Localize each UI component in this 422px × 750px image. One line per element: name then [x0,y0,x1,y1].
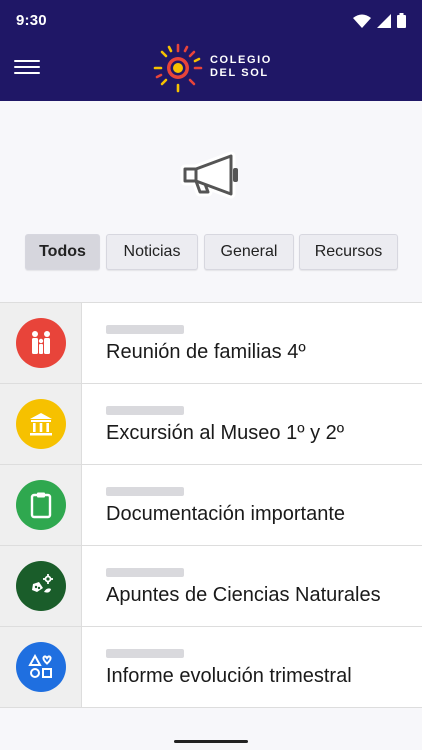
item-icon-circle [16,561,66,611]
category-tabs: Todos Noticias General Recursos [0,234,422,270]
hamburger-menu-icon[interactable] [14,56,40,78]
item-icon-panel [0,627,82,707]
battery-icon [397,13,406,28]
app-bar: 9:30 COLEGIO DEL SOL [0,0,422,101]
brand-name-line1: COLEGIO [210,54,272,66]
list-item[interactable]: Excursión al Museo 1º y 2º [0,384,422,465]
shapes-icon [28,654,52,678]
signal-icon [377,13,391,28]
tab-recursos[interactable]: Recursos [299,234,398,270]
tab-todos[interactable]: Todos [25,234,100,270]
item-icon-circle [16,399,66,449]
list-item[interactable]: Documentación importante [0,465,422,546]
announcement-list: Reunión de familias 4º Excursión al Muse… [0,302,422,708]
science-icon [32,574,53,593]
tab-noticias[interactable]: Noticias [106,234,198,270]
clipboard-icon [30,492,52,519]
sun-logo-icon [153,43,203,93]
family-icon [32,331,50,354]
item-meta-placeholder [106,325,184,334]
item-meta-placeholder [106,649,184,658]
item-icon-circle [16,642,66,692]
tab-general[interactable]: General [204,234,294,270]
item-title: Apuntes de Ciencias Naturales [106,584,381,606]
school-logo: COLEGIO DEL SOL [152,42,282,94]
wifi-icon [353,14,371,28]
item-icon-panel [0,465,82,545]
list-item[interactable]: Informe evolución trimestral [0,627,422,708]
museum-icon [30,413,52,436]
brand-name-line2: DEL SOL [210,67,269,79]
status-bar: 9:30 [0,0,422,40]
home-indicator[interactable] [174,740,248,743]
list-item[interactable]: Reunión de familias 4º [0,303,422,384]
item-icon-circle [16,318,66,368]
list-item[interactable]: Apuntes de Ciencias Naturales [0,546,422,627]
item-icon-circle [16,480,66,530]
status-time: 9:30 [16,12,47,29]
item-title: Reunión de familias 4º [106,341,306,363]
status-icons [353,13,406,28]
item-icon-panel [0,303,82,383]
megaphone-icon [180,151,238,199]
item-title: Excursión al Museo 1º y 2º [106,422,345,444]
item-title: Documentación importante [106,503,346,525]
item-meta-placeholder [106,568,184,577]
item-meta-placeholder [106,406,184,415]
item-icon-panel [0,546,82,626]
item-meta-placeholder [106,487,184,496]
item-icon-panel [0,384,82,464]
item-title: Informe evolución trimestral [106,665,352,687]
